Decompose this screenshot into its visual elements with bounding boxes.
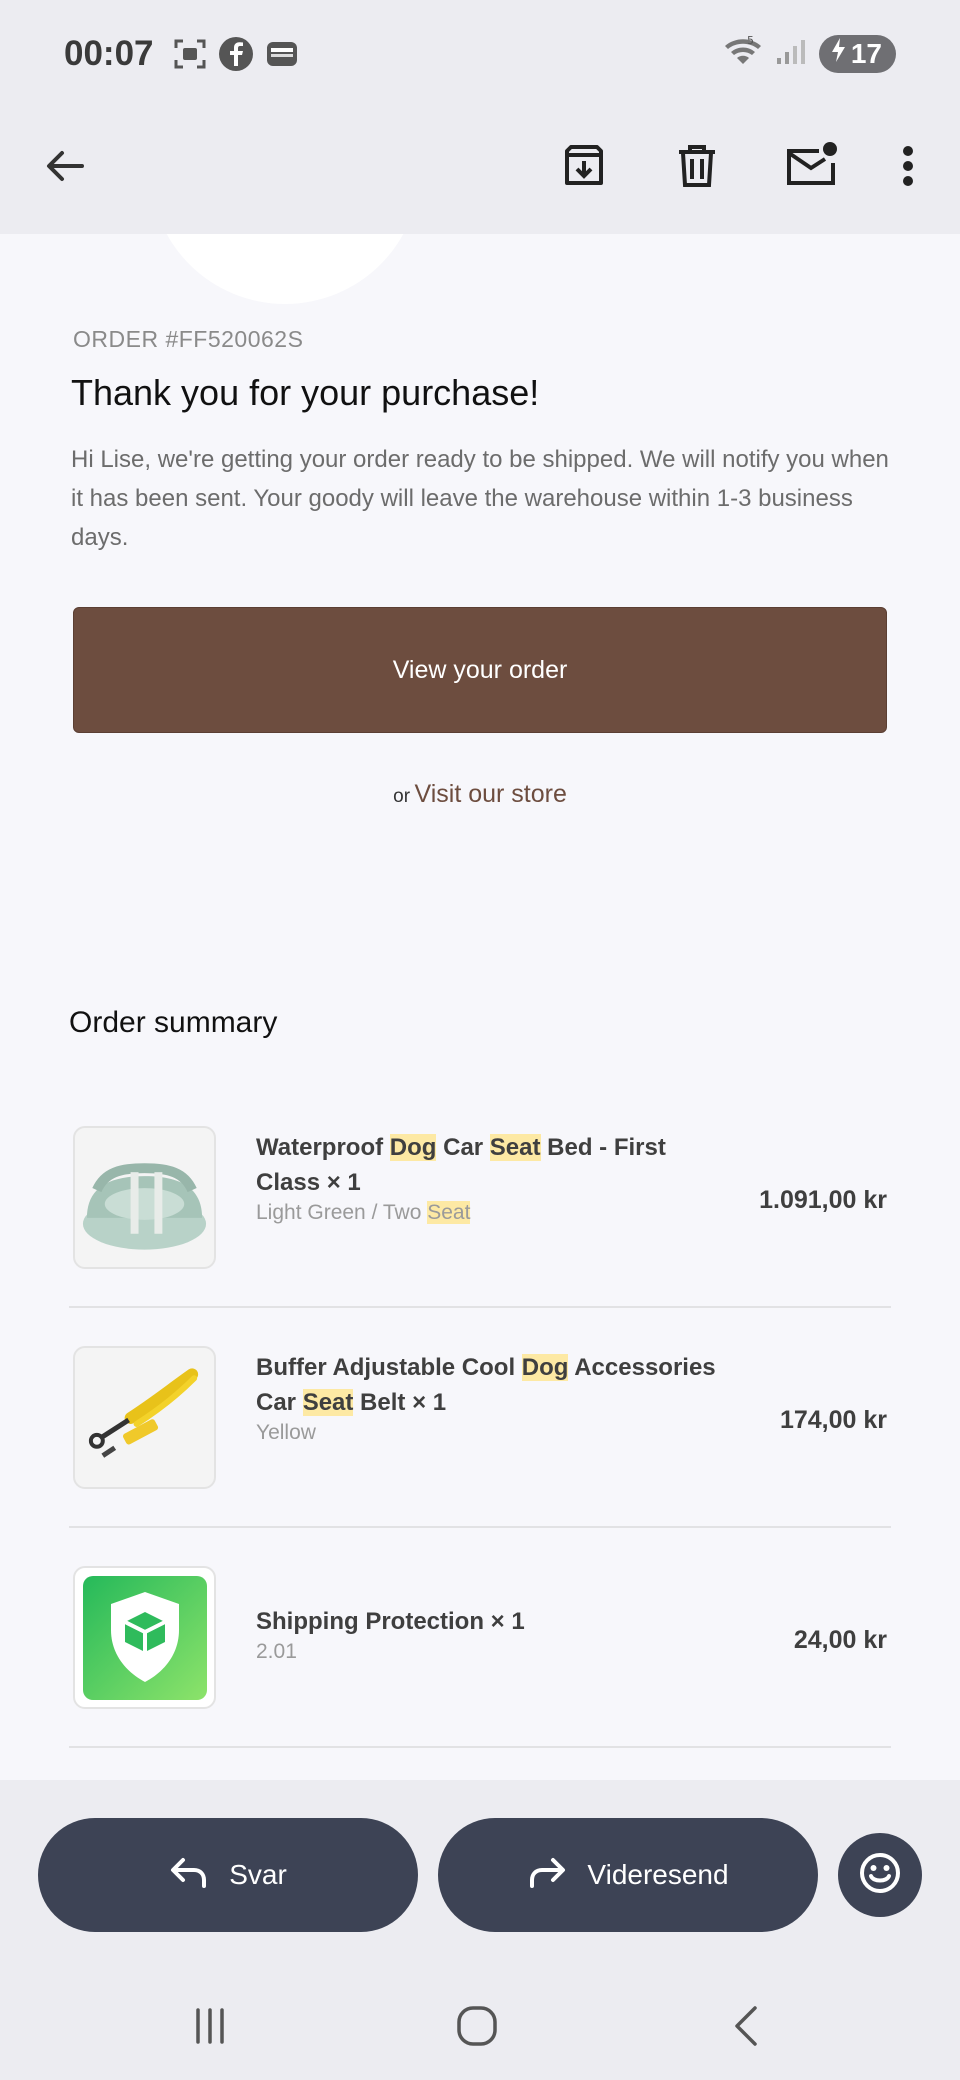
system-navigation-bar (0, 1988, 960, 2080)
order-item: Buffer Adjustable Cool Dog Accessories C… (69, 1308, 891, 1528)
item-name: Waterproof Dog Car Seat Bed - First Clas… (256, 1134, 666, 1196)
status-system-icons: 5 17 (723, 34, 896, 73)
header-decoration (150, 234, 420, 304)
more-vertical-icon (902, 145, 914, 192)
reply-button[interactable]: Svar (38, 1818, 418, 1932)
item-variant: Light Green / Two Seat (256, 1201, 471, 1224)
recent-apps-icon (190, 2006, 230, 2051)
item-name: Buffer Adjustable Cool Dog Accessories C… (256, 1354, 716, 1416)
mark-unread-button[interactable] (780, 136, 844, 200)
visit-store-link[interactable]: Visit our store (414, 780, 566, 808)
forward-label: Videresend (587, 1859, 729, 1890)
emoji-reaction-button[interactable] (838, 1833, 922, 1917)
facebook-icon (218, 36, 254, 77)
recent-apps-button[interactable] (180, 1998, 240, 2058)
home-button[interactable] (447, 1998, 507, 2058)
item-price: 1.091,00 kr (759, 1186, 887, 1214)
archive-icon (561, 143, 607, 194)
item-variant: 2.01 (256, 1640, 297, 1663)
product-image-dog-car-seat-bed (73, 1126, 216, 1269)
email-intro: Hi Lise, we're getting your order ready … (71, 446, 889, 551)
delete-button[interactable] (667, 138, 727, 198)
svg-text:5: 5 (747, 34, 754, 47)
order-number: ORDER #FF520062S (73, 326, 304, 352)
product-image-car-seat-belt (73, 1346, 216, 1489)
email-toolbar (0, 108, 960, 234)
item-price: 174,00 kr (779, 1406, 887, 1434)
trash-icon (675, 143, 719, 194)
status-time: 00:07 (64, 34, 154, 73)
back-arrow-icon (42, 144, 86, 193)
bottom-action-bar: Svar Videresend (0, 1780, 960, 2080)
wallet-icon (264, 36, 300, 77)
view-order-label: View your order (392, 655, 568, 684)
archive-button[interactable] (554, 138, 614, 198)
battery-icon (829, 36, 847, 71)
back-icon (731, 2004, 761, 2053)
wifi-icon: 5 (723, 34, 763, 73)
email-heading: Thank you for your purchase! (71, 372, 540, 413)
reply-icon (169, 1854, 209, 1897)
back-button[interactable] (34, 138, 94, 198)
signal-icon (775, 36, 807, 71)
item-price: 24,00 kr (793, 1626, 887, 1654)
order-summary-title: Order summary (69, 1006, 278, 1039)
battery-level: 17 (850, 37, 882, 69)
visit-store-row: or Visit our store (0, 780, 960, 809)
order-item: Waterproof Dog Car Seat Bed - First Clas… (69, 1088, 891, 1308)
status-bar: 00:07 5 17 (0, 0, 960, 108)
item-name: Shipping Protection × 1 (256, 1608, 525, 1635)
reply-label: Svar (229, 1859, 287, 1890)
or-label: or (393, 786, 411, 807)
smiley-icon (858, 1851, 902, 1900)
screenshot-icon (172, 36, 208, 77)
battery-indicator: 17 (818, 34, 896, 73)
forward-icon (527, 1854, 567, 1897)
forward-button[interactable]: Videresend (438, 1818, 818, 1932)
status-notification-icons (172, 36, 300, 77)
home-icon (455, 2004, 499, 2053)
more-options-button[interactable] (878, 138, 938, 198)
system-back-button[interactable] (716, 1998, 776, 2058)
email-body[interactable]: ORDER #FF520062S Thank you for your purc… (0, 234, 960, 1780)
item-variant: Yellow (256, 1421, 316, 1444)
order-item: Shipping Protection × 1 2.01 24,00 kr (69, 1528, 891, 1748)
mark-unread-icon (785, 141, 839, 196)
view-order-button[interactable]: View your order (73, 607, 887, 733)
product-image-shipping-protection (73, 1566, 216, 1709)
